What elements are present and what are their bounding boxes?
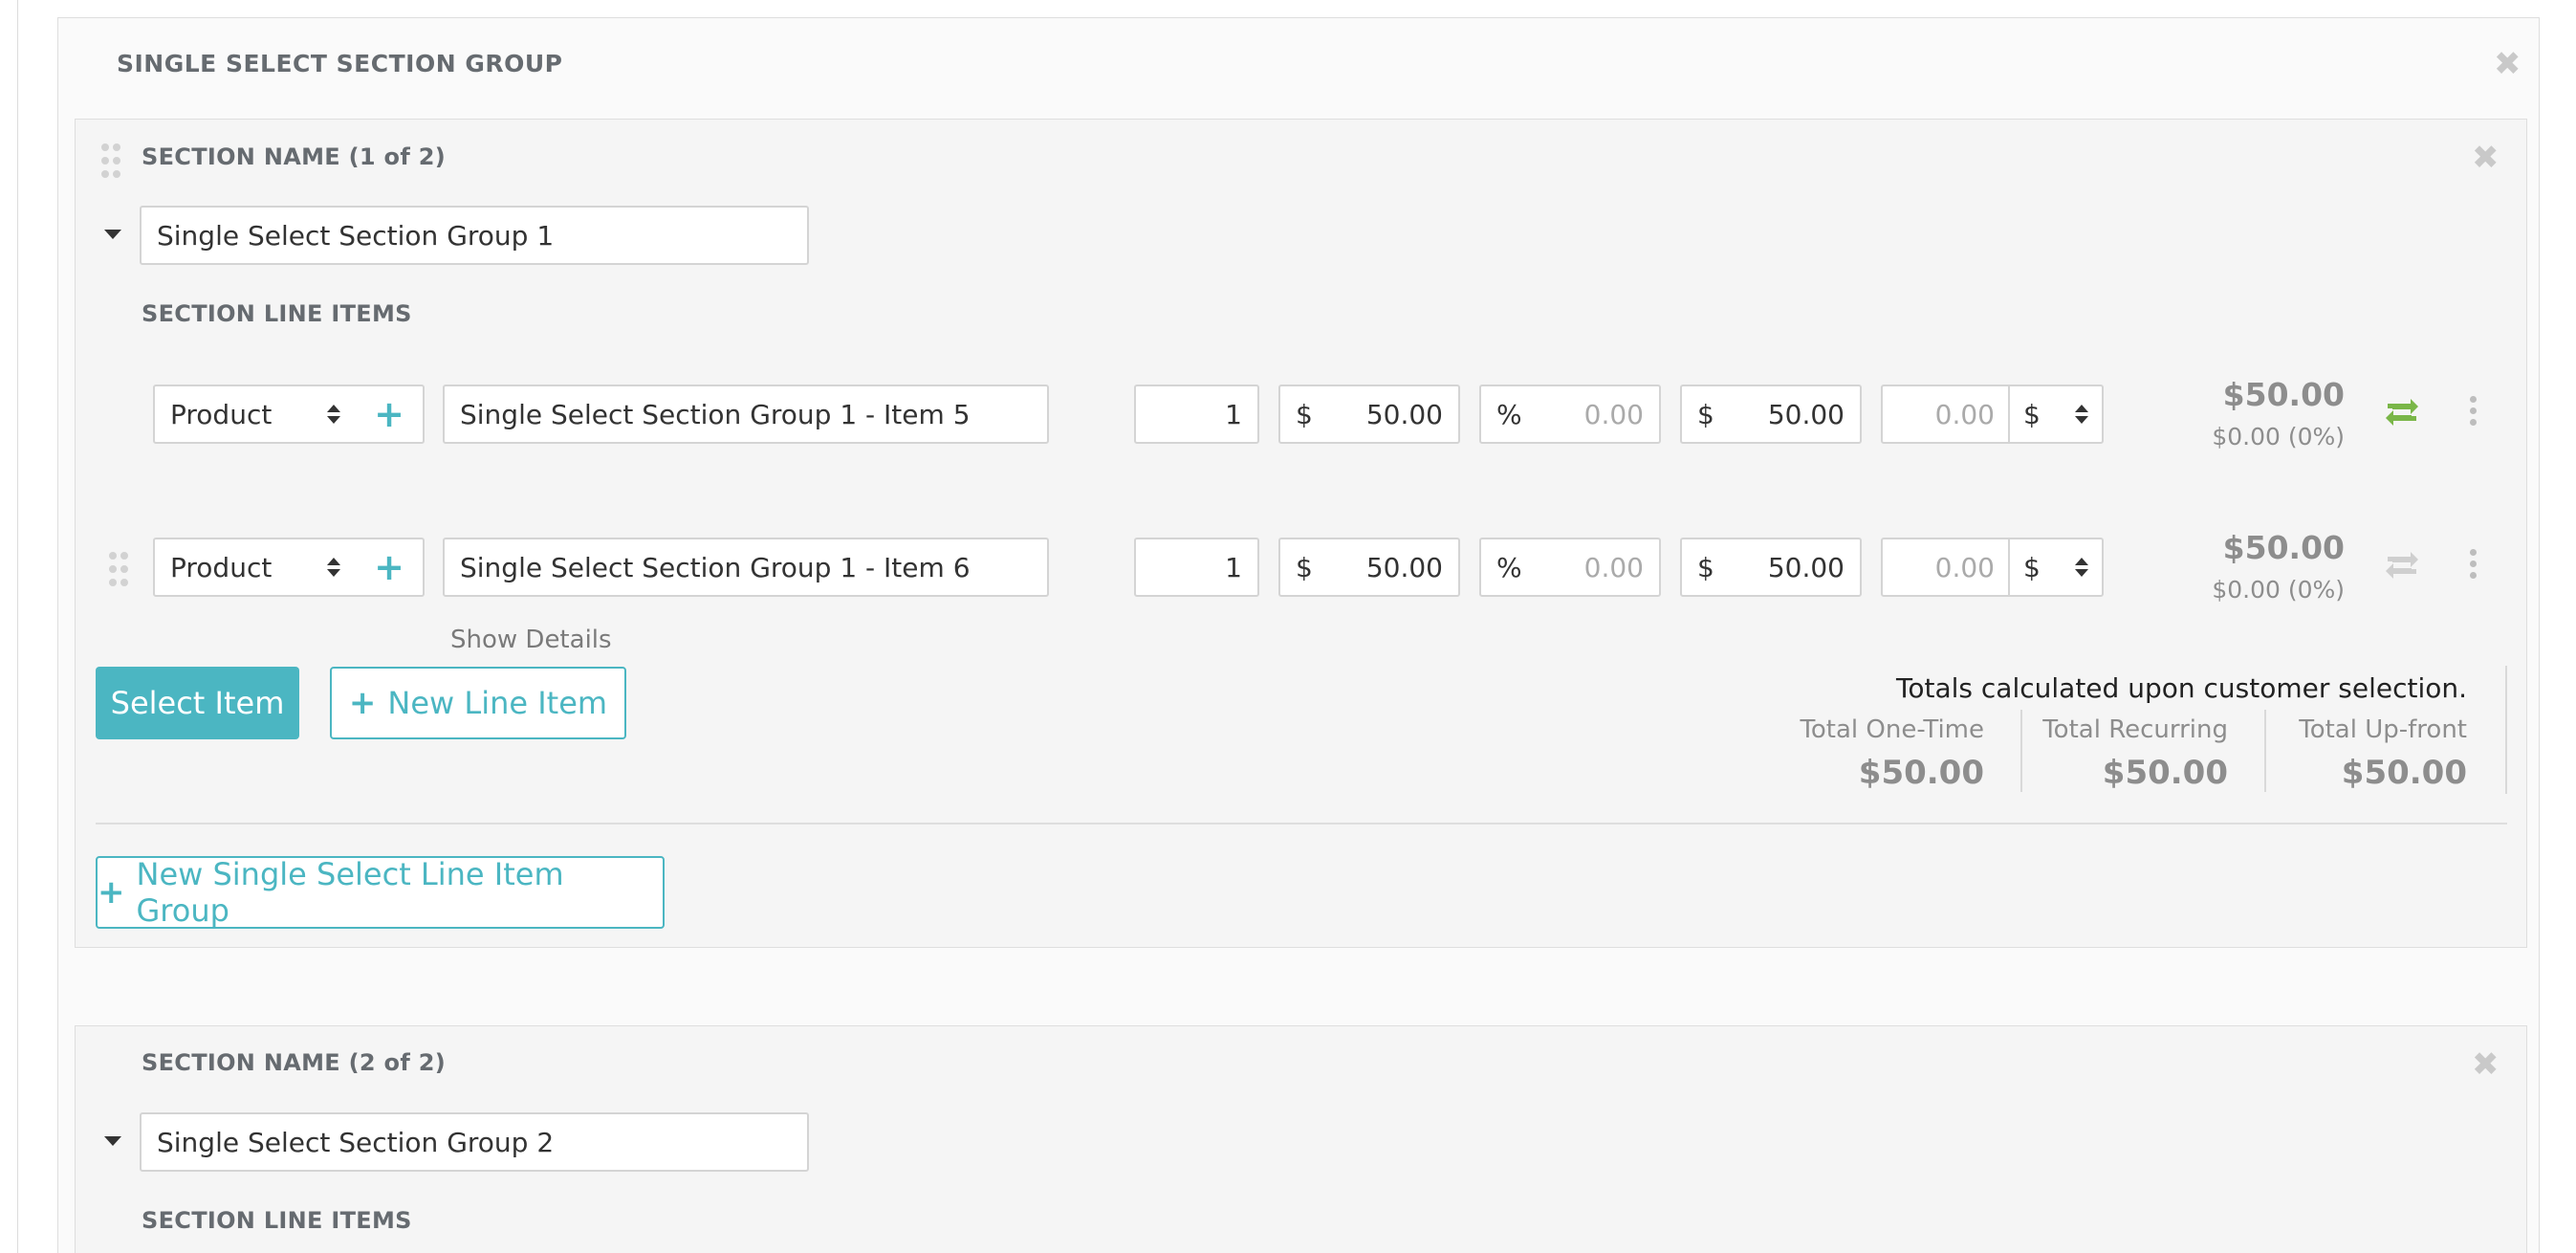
- close-icon[interactable]: ✖: [2472, 142, 2500, 174]
- total-up-front: Total Up-front $50.00: [2266, 715, 2467, 792]
- plus-icon: +: [348, 684, 377, 722]
- select-item-button[interactable]: Select Item: [96, 667, 299, 739]
- item-description-input[interactable]: Single Select Section Group 1 - Item 6: [443, 538, 1049, 597]
- drag-handle-icon[interactable]: [109, 552, 128, 586]
- select-arrows-icon: [2075, 558, 2088, 577]
- select-item-label: Select Item: [110, 685, 285, 721]
- caret-down-icon[interactable]: [104, 1136, 121, 1146]
- extra-amount-value: 0.00: [1934, 551, 1995, 583]
- currency-symbol: $: [1697, 398, 1714, 430]
- item-price: $50.00: [2222, 529, 2345, 566]
- total-label: Total One-Time: [1800, 715, 1984, 744]
- item-discount-summary: $0.00 (0%): [2212, 576, 2345, 604]
- kebab-menu-icon[interactable]: [2470, 549, 2478, 579]
- totals-note: Totals calculated upon customer selectio…: [1896, 672, 2467, 704]
- add-product-button[interactable]: +: [356, 538, 425, 597]
- total-recurring: Total Recurring $50.00: [2018, 715, 2228, 792]
- item-type-value: Product: [170, 551, 273, 583]
- plus-icon: +: [374, 393, 404, 435]
- quantity-value: 1: [1225, 398, 1242, 430]
- discount-input[interactable]: % 0.00: [1479, 385, 1661, 444]
- line-total-input[interactable]: $ 50.00: [1680, 538, 1862, 597]
- total-value: $50.00: [1858, 754, 1984, 792]
- unit-price-value: 50.00: [1365, 398, 1443, 430]
- section-title: SECTION NAME (2 of 2): [142, 1049, 447, 1076]
- new-line-item-label: New Line Item: [387, 685, 608, 721]
- unit-price-input[interactable]: $ 50.00: [1278, 385, 1460, 444]
- drag-handle-icon[interactable]: [101, 143, 120, 178]
- extra-unit-select[interactable]: $: [2008, 386, 2102, 442]
- discount-value: 0.00: [1583, 551, 1644, 583]
- extra-unit-value: $: [2023, 551, 2041, 583]
- extra-amount-input[interactable]: 0.00 $: [1881, 385, 2104, 444]
- item-type-select[interactable]: Product: [153, 385, 358, 444]
- item-discount-summary: $0.00 (0%): [2212, 423, 2345, 451]
- new-single-select-group-button[interactable]: + New Single Select Line Item Group: [96, 856, 665, 929]
- show-details-link[interactable]: Show Details: [450, 626, 612, 654]
- item-description-input[interactable]: Single Select Section Group 1 - Item 5: [443, 385, 1049, 444]
- quantity-input[interactable]: 1: [1134, 538, 1259, 597]
- quantity-input[interactable]: 1: [1134, 385, 1259, 444]
- extra-amount-input[interactable]: 0.00 $: [1881, 538, 2104, 597]
- select-arrows-icon: [327, 558, 340, 577]
- line-items-title: SECTION LINE ITEMS: [142, 300, 412, 327]
- discount-unit: %: [1496, 551, 1522, 583]
- quantity-value: 1: [1225, 551, 1242, 583]
- section-name-value: Single Select Section Group 1: [157, 219, 555, 252]
- total-one-time: Total One-Time $50.00: [1779, 715, 1984, 792]
- line-total-input[interactable]: $ 50.00: [1680, 385, 1862, 444]
- extra-amount-value: 0.00: [1934, 398, 1995, 430]
- new-line-item-button[interactable]: + New Line Item: [330, 667, 626, 739]
- discount-unit: %: [1496, 398, 1522, 430]
- select-arrows-icon: [2075, 405, 2088, 424]
- plus-icon: +: [98, 873, 125, 912]
- discount-value: 0.00: [1583, 398, 1644, 430]
- unit-price-input[interactable]: $ 50.00: [1278, 538, 1460, 597]
- item-description-value: Single Select Section Group 1 - Item 5: [460, 398, 971, 430]
- section-divider: [96, 823, 2507, 824]
- line-items-title: SECTION LINE ITEMS: [142, 1207, 412, 1234]
- caret-down-icon[interactable]: [104, 230, 121, 239]
- item-type-value: Product: [170, 398, 273, 430]
- select-arrows-icon: [327, 405, 340, 424]
- total-value: $50.00: [2341, 754, 2467, 792]
- recurring-icon[interactable]: [2384, 396, 2420, 432]
- item-price: $50.00: [2222, 376, 2345, 413]
- page-rail: [17, 0, 18, 1253]
- currency-symbol: $: [1697, 551, 1714, 583]
- line-total-value: 50.00: [1767, 551, 1845, 583]
- group-title: SINGLE SELECT SECTION GROUP: [117, 50, 563, 77]
- section-name-input[interactable]: Single Select Section Group 2: [140, 1112, 809, 1172]
- section-name-input[interactable]: Single Select Section Group 1: [140, 206, 809, 265]
- currency-symbol: $: [1296, 551, 1313, 583]
- add-product-button[interactable]: +: [356, 385, 425, 444]
- close-icon[interactable]: ✖: [2472, 1048, 2500, 1081]
- unit-price-value: 50.00: [1365, 551, 1443, 583]
- new-group-label: New Single Select Line Item Group: [136, 856, 564, 929]
- section-name-value: Single Select Section Group 2: [157, 1126, 555, 1158]
- total-label: Total Recurring: [2042, 715, 2228, 744]
- recurring-icon[interactable]: [2384, 549, 2420, 585]
- line-total-value: 50.00: [1767, 398, 1845, 430]
- discount-input[interactable]: % 0.00: [1479, 538, 1661, 597]
- section-title: SECTION NAME (1 of 2): [142, 143, 447, 170]
- total-value: $50.00: [2102, 754, 2228, 792]
- currency-symbol: $: [1296, 398, 1313, 430]
- item-type-select[interactable]: Product: [153, 538, 358, 597]
- extra-unit-value: $: [2023, 398, 2041, 430]
- extra-unit-select[interactable]: $: [2008, 539, 2102, 595]
- item-description-value: Single Select Section Group 1 - Item 6: [460, 551, 971, 583]
- total-label: Total Up-front: [2299, 715, 2467, 744]
- plus-icon: +: [374, 546, 404, 588]
- kebab-menu-icon[interactable]: [2470, 396, 2478, 426]
- close-icon[interactable]: ✖: [2494, 48, 2521, 80]
